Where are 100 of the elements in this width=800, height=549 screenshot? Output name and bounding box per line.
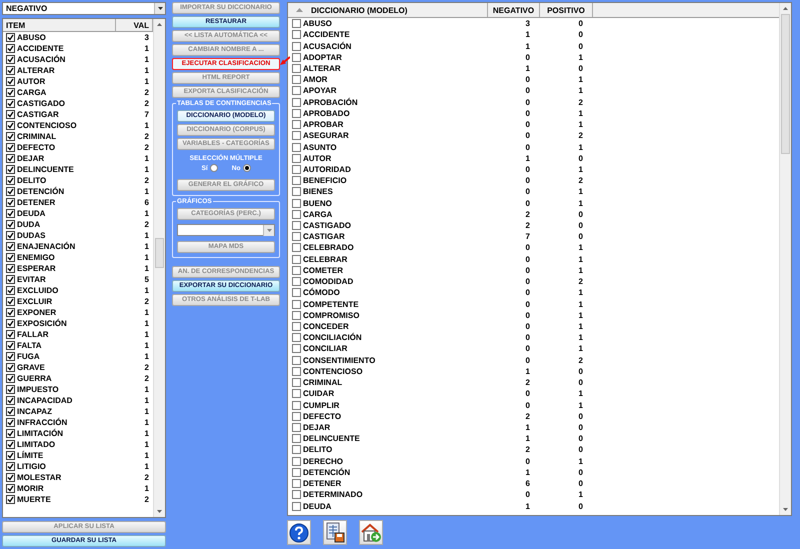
table-cell[interactable]: BUENO [303,198,332,208]
checkbox[interactable] [292,154,301,163]
checkbox[interactable] [292,198,301,208]
table-cell[interactable]: CASTIGAR [303,232,345,242]
table-cell[interactable]: DEJAR [303,422,330,432]
checkbox[interactable] [6,231,15,240]
checkbox[interactable] [292,366,301,376]
checkbox[interactable] [292,221,301,230]
checkbox[interactable] [6,363,15,372]
list-item[interactable]: ACCIDENTE [17,44,119,53]
checkbox[interactable] [292,108,301,118]
table-cell[interactable]: APROBADO [303,108,350,118]
list-item[interactable]: DEUDA [17,209,119,218]
toolbar-button[interactable] [323,520,347,545]
table-cell[interactable]: CONCILIACIÓN [303,333,362,342]
checkbox[interactable] [6,374,15,383]
checkbox[interactable] [292,142,301,152]
checkbox[interactable] [6,418,15,427]
list-item[interactable]: INCAPAZ [17,407,119,416]
table-cell[interactable]: ACCIDENTE [303,30,350,40]
table-cell[interactable]: DETENER [303,479,342,488]
checkbox[interactable] [6,209,15,218]
list-item[interactable]: LIMITADO [17,440,119,449]
list-item[interactable]: CASTIGADO [17,99,119,108]
checkbox[interactable] [292,120,301,130]
scrollbar[interactable] [779,3,791,515]
checkbox[interactable] [292,400,301,410]
checkbox[interactable] [6,330,15,339]
checkbox[interactable] [292,456,301,466]
list-item[interactable]: EXCLUIR [17,297,119,306]
list-item[interactable]: DUDAS [17,231,119,240]
table-cell[interactable]: DELINCUENTE [303,434,360,444]
table-cell[interactable]: COMPROMISO [303,310,360,320]
checkbox[interactable] [292,356,301,365]
checkbox[interactable] [292,277,301,286]
checkbox[interactable] [6,484,15,493]
table-cell[interactable]: DETERMINADO [303,490,363,500]
list-item[interactable]: MOLESTAR [17,473,119,482]
list-item[interactable]: INCAPACIDAD [17,396,119,405]
table-cell[interactable]: CARGA [303,210,332,219]
checkbox[interactable] [292,502,301,511]
checkbox[interactable] [6,33,15,42]
checkbox[interactable] [6,440,15,449]
checkbox[interactable] [6,308,15,317]
list-item[interactable]: EXPONER [17,308,119,317]
checkbox[interactable] [292,389,301,398]
table-cell[interactable]: CUMPLIR [303,400,340,410]
checkbox[interactable] [292,445,301,454]
checkbox[interactable] [292,468,301,477]
table-cell[interactable]: CASTIGADO [303,221,351,230]
checkbox[interactable] [6,198,15,207]
checkbox[interactable] [292,64,301,73]
checkbox[interactable] [292,322,301,332]
scroll-up-icon[interactable] [157,23,162,26]
scroll-down-icon[interactable] [157,510,162,513]
radio-button[interactable] [210,164,218,172]
table-cell[interactable]: DETENCIÓN [303,468,350,477]
table-cell[interactable]: DEFECTO [303,412,342,421]
list-item[interactable]: ENEMIGO [17,253,119,262]
list-item[interactable]: GUERRA [17,374,119,383]
checkbox[interactable] [6,451,15,460]
checkbox[interactable] [292,479,301,488]
checkbox[interactable] [292,490,301,500]
checkbox[interactable] [292,310,301,320]
table-cell[interactable]: ALTERAR [303,64,341,73]
list-item[interactable]: LÍMITE [17,451,119,460]
scroll-thumb[interactable] [155,238,164,268]
column-header[interactable]: DICCIONARIO (MODELO) [288,3,488,17]
table-cell[interactable]: ASEGURAR [303,131,349,140]
checkbox[interactable] [292,42,301,51]
table-cell[interactable]: CÓMODO [303,288,340,298]
list-item[interactable]: LIMITACIÓN [17,429,119,438]
checkbox[interactable] [6,242,15,251]
scrollbar[interactable] [153,19,165,517]
toolbar-button[interactable] [287,520,311,545]
list-item[interactable]: DETENER [17,198,119,207]
checkbox[interactable] [6,132,15,141]
list-item[interactable]: EXPOSICIÓN [17,319,119,328]
checkbox[interactable] [6,44,15,53]
checkbox[interactable] [6,66,15,75]
category-dropdown[interactable]: NEGATIVO [2,2,166,15]
checkbox[interactable] [6,297,15,306]
checkbox[interactable] [292,422,301,432]
table-cell[interactable]: CONSENTIMIENTO [303,356,376,365]
list-item[interactable]: CONTENCIOSO [17,121,119,130]
checkbox[interactable] [292,210,301,219]
table-cell[interactable]: APOYAR [303,86,336,96]
checkbox[interactable] [6,77,15,86]
table-cell[interactable]: ADOPTAR [303,52,342,62]
checkbox[interactable] [6,176,15,185]
table-cell[interactable]: COMPETENTE [303,300,359,309]
list-item[interactable]: DUDA [17,220,119,229]
checkbox[interactable] [6,220,15,229]
checkbox[interactable] [6,143,15,152]
list-item[interactable]: FUGA [17,352,119,361]
scroll-up-icon[interactable] [783,7,788,10]
list-item[interactable]: AUTOR [17,77,119,86]
checkbox[interactable] [6,462,15,471]
list-item[interactable]: DETENCIÓN [17,187,119,196]
column-header[interactable]: POSITIVO [540,3,593,17]
